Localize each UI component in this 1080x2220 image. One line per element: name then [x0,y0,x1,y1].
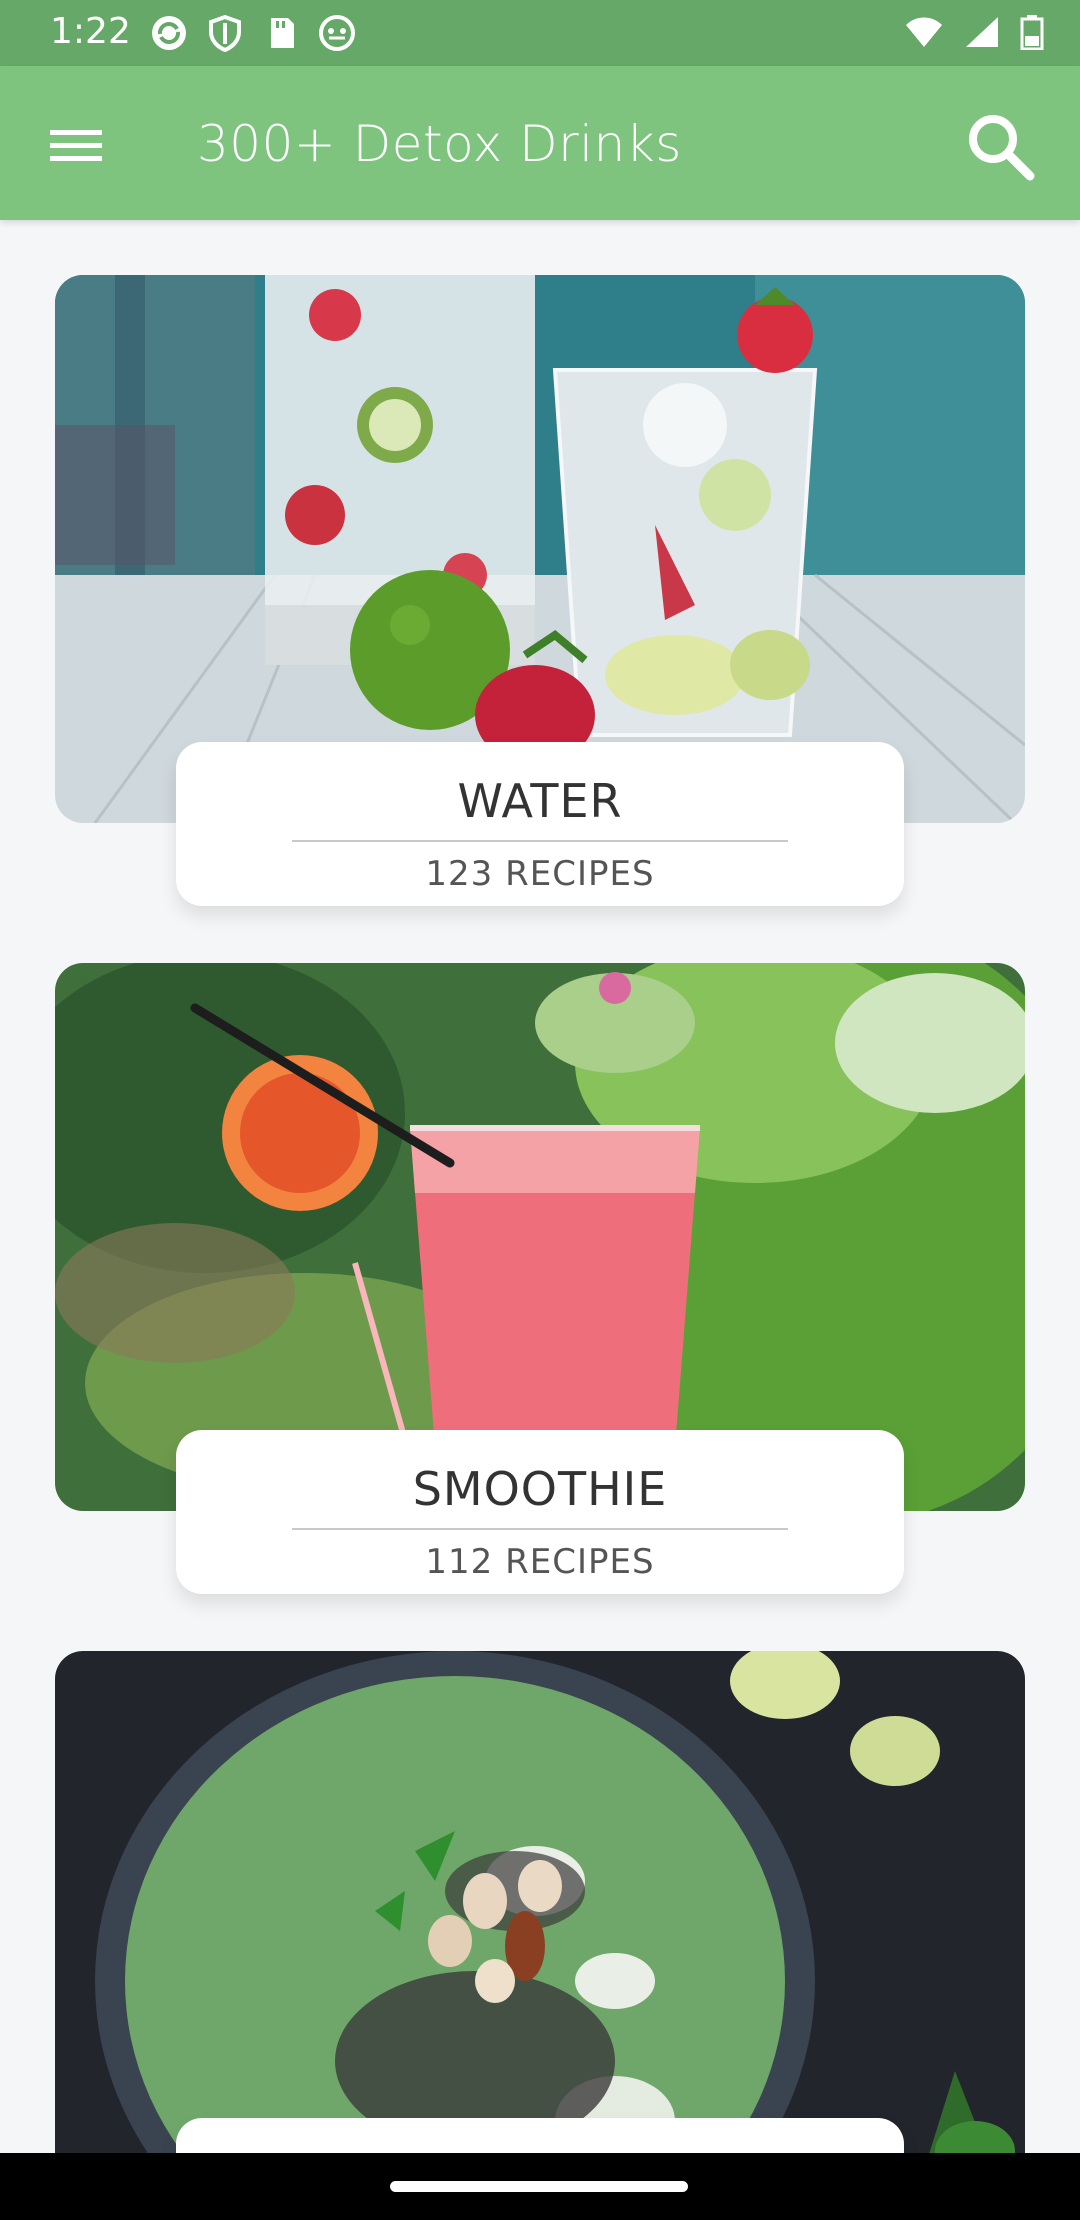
category-label: SMOOTHIE 112 RECIPES [176,1430,904,1594]
sd-card-icon [262,14,300,52]
category-title: SMOOTHIE [412,1462,668,1516]
face-icon [318,14,356,52]
category-label: WATER 123 RECIPES [176,742,904,906]
recipe-count: 123 RECIPES [425,854,655,894]
status-time: 1:22 [50,11,131,52]
green-smoothie-bowl-image [55,1651,1025,2153]
menu-button[interactable] [40,116,110,172]
system-navigation-bar [0,2153,1080,2220]
battery-icon [1020,14,1044,54]
app-bar: 300+ Detox Drinks [0,66,1080,220]
page-title: 300+ Detox Drinks [197,115,682,173]
category-card-smoothie[interactable]: SMOOTHIE 112 RECIPES [55,963,1025,1594]
smoothie-image [55,963,1025,1511]
category-card-3[interactable] [55,1651,1025,2153]
recipe-count: 112 RECIPES [425,1542,655,1582]
category-title: WATER [457,774,623,828]
sync-icon [150,14,188,52]
water-drinks-image [55,275,1025,823]
category-label [176,2118,904,2153]
search-button[interactable] [960,106,1040,186]
notification-icons [150,14,356,53]
category-card-water[interactable]: WATER 123 RECIPES [55,275,1025,906]
hamburger-menu-icon [40,130,110,176]
system-icons [904,14,1044,54]
home-indicator[interactable] [390,2181,688,2192]
shield-icon [206,14,244,53]
search-icon [960,115,1040,190]
divider [292,1528,788,1530]
status-bar: 1:22 [0,0,1080,66]
wifi-icon [904,15,944,53]
divider [292,840,788,842]
signal-icon [964,15,1000,53]
